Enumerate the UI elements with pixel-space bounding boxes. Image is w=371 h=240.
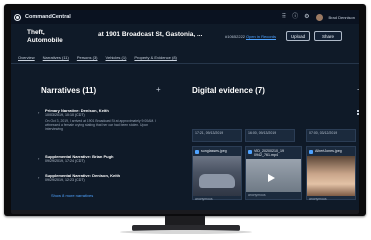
- incident-address: at 1901 Broadcast St, Gastonia, ...: [98, 31, 203, 38]
- narrative-date: 09/29/2019, 17:24 (CDT): [45, 159, 85, 163]
- image-icon: [195, 150, 199, 154]
- narrative-item[interactable]: Supplemental Narrative: Brian Pugh 09/29…: [45, 154, 163, 164]
- share-button[interactable]: Share: [314, 31, 342, 41]
- video-icon: [248, 150, 252, 154]
- tab-divider: [11, 63, 359, 64]
- chevron-right-icon[interactable]: ›: [38, 110, 39, 115]
- narrative-item[interactable]: Supplemental Narrative: Denison, Keith 0…: [45, 173, 163, 183]
- incident-id: #10652222: [225, 34, 246, 39]
- tab-narratives[interactable]: Narratives (11): [43, 55, 69, 60]
- evidence-thumbnail[interactable]: [307, 156, 355, 196]
- monitor-bezel-edge: [11, 210, 359, 214]
- digital-evidence-heading: Digital evidence (7): [192, 86, 265, 95]
- evidence-filename: sunglasses.jpeg: [201, 149, 227, 153]
- evidence-filename: AlbertJones.jpeg: [315, 149, 342, 153]
- avatar[interactable]: [315, 13, 323, 21]
- tab-bar: Overview Narratives (11) Persons (3) Veh…: [18, 55, 177, 60]
- evidence-card[interactable]: 07:00, 03/12/2019: [306, 129, 356, 142]
- user-name[interactable]: Brad Dennison: [329, 15, 355, 20]
- upload-button[interactable]: Upload: [286, 31, 310, 41]
- incident-title-line1: Theft,: [27, 29, 45, 36]
- app-name: CommandCentral: [25, 14, 71, 20]
- narrative-date: 09/29/2019, 12:23 (CDT): [45, 178, 85, 182]
- monitor-shadow: [120, 230, 252, 234]
- grid-apps-icon[interactable]: ⠿: [282, 14, 286, 20]
- tab-persons[interactable]: Persons (3): [77, 55, 98, 60]
- incident-title: Theft, Automobile: [27, 29, 63, 45]
- evidence-thumbnail[interactable]: [246, 159, 301, 193]
- chevron-right-icon[interactable]: ›: [38, 156, 39, 161]
- top-bar-actions: ⠿ ⓘ ⚙ Brad Dennison: [282, 10, 355, 24]
- grid-view-icon[interactable]: [357, 110, 359, 115]
- top-bar: CommandCentral ⠿ ⓘ ⚙ Brad Dennison: [11, 10, 359, 24]
- evidence-timestamp: 17:21, 09/13/2019: [195, 131, 224, 135]
- evidence-card[interactable]: AlbertJones.jpeg anonymous: [306, 146, 356, 201]
- narrative-excerpt: On Oct 3, 2019, I arrived at 1901 Broadc…: [45, 119, 157, 132]
- evidence-timestamp: 16:00, 09/13/2019: [248, 131, 277, 135]
- app-screen: CommandCentral ⠿ ⓘ ⚙ Brad Dennison Theft…: [11, 10, 359, 210]
- tab-vehicles[interactable]: Vehicles (1): [106, 55, 127, 60]
- monitor-frame: CommandCentral ⠿ ⓘ ⚙ Brad Dennison Theft…: [4, 4, 366, 216]
- play-icon[interactable]: [268, 174, 275, 183]
- evidence-card[interactable]: 16:00, 09/13/2019: [245, 129, 295, 142]
- add-evidence-button[interactable]: +: [357, 85, 359, 94]
- image-icon: [309, 150, 313, 154]
- show-more-narratives-link[interactable]: Show 8 more narratives: [51, 193, 93, 198]
- tab-property-evidence[interactable]: Property & Evidence (8): [134, 55, 176, 60]
- evidence-card[interactable]: sunglasses.jpeg anonymous: [192, 146, 242, 201]
- evidence-uploader: anonymous: [248, 193, 266, 198]
- tab-overview[interactable]: Overview: [18, 55, 35, 60]
- app-logo-icon: [14, 13, 21, 21]
- open-in-records-link[interactable]: Open in Records: [246, 34, 276, 39]
- narratives-heading: Narratives (11): [41, 86, 97, 95]
- info-icon[interactable]: ⓘ: [292, 14, 298, 20]
- evidence-timestamp: 07:00, 03/12/2019: [309, 131, 338, 135]
- evidence-card[interactable]: VID_20200210_19 0942_761.mp4 anonymous: [245, 146, 302, 200]
- narrative-item[interactable]: Primary Narrative: Denison, Keith 10/03/…: [45, 108, 163, 132]
- add-narrative-button[interactable]: +: [156, 85, 161, 94]
- evidence-filename: VID_20200210_19 0942_761.mp4: [254, 149, 284, 158]
- settings-icon[interactable]: ⚙: [304, 14, 309, 20]
- evidence-card[interactable]: 17:21, 09/13/2019: [192, 129, 242, 142]
- evidence-thumbnail[interactable]: [193, 156, 241, 196]
- evidence-uploader: anonymous: [195, 197, 213, 201]
- chevron-right-icon[interactable]: ›: [38, 175, 39, 180]
- narrative-date: 10/03/2019, 10:10 (CDT): [45, 113, 85, 117]
- evidence-uploader: anonymous: [309, 197, 327, 201]
- incident-title-line2: Automobile: [27, 37, 63, 44]
